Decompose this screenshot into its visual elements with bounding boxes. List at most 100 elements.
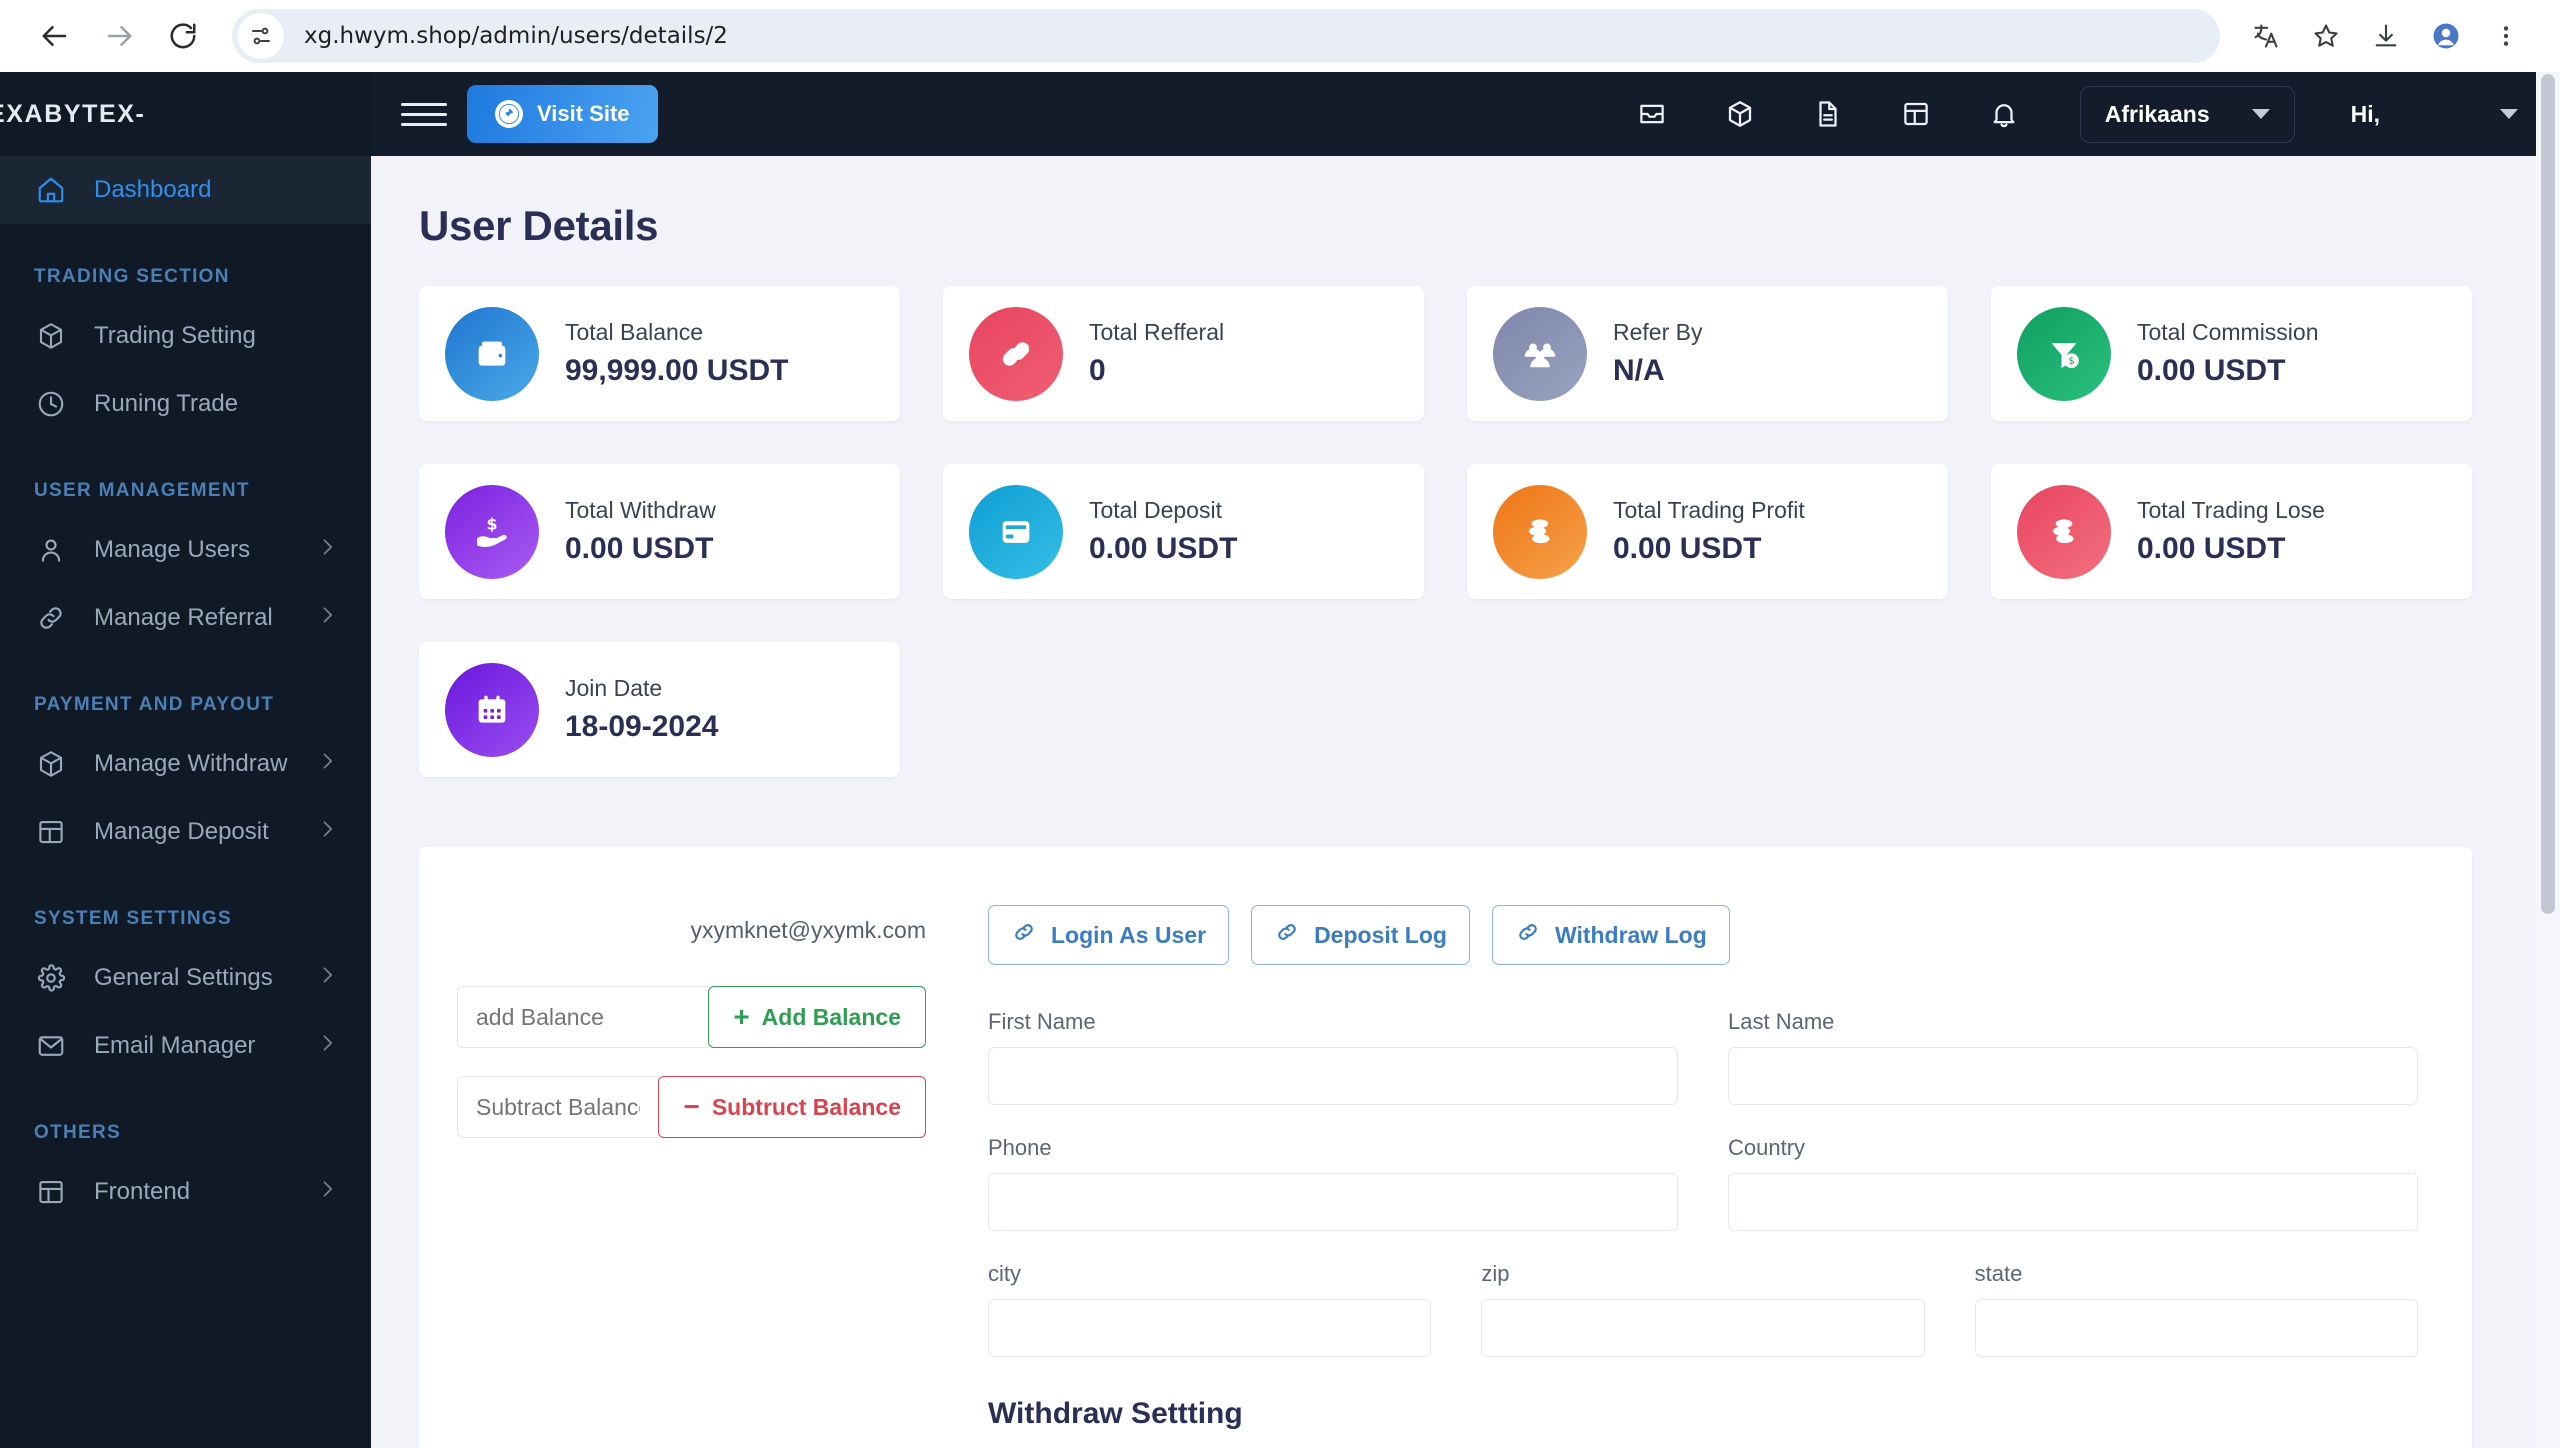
balance-panel: yxymknet@yxymk.com + Add Balance − (419, 847, 964, 1448)
stat-value: N/A (1613, 354, 1665, 387)
svg-text:$: $ (487, 514, 498, 533)
state-input[interactable] (1974, 1299, 2418, 1357)
stat-card-join-date: Join Date 18-09-2024 (419, 642, 900, 777)
table-icon[interactable] (1891, 89, 1941, 139)
form-row-contact: Phone Country (988, 1135, 2418, 1231)
subtract-balance-input[interactable] (457, 1076, 659, 1138)
sidebar-item-label: Dashboard (94, 176, 212, 203)
stat-value: 0.00 USDT (1613, 532, 1762, 565)
country-input[interactable] (1728, 1173, 2418, 1231)
sidebar-section-user-management: USER MANAGEMENT (34, 480, 250, 501)
three-dot-menu-icon[interactable] (2478, 8, 2534, 64)
bell-icon[interactable] (1979, 89, 2029, 139)
last-name-label: Last Name (1728, 1009, 1835, 1034)
zip-label: zip (1481, 1261, 1510, 1286)
stat-card-total-withdraw: $ Total Withdraw 0.00 USDT (419, 464, 900, 599)
chevron-down-icon[interactable] (2500, 109, 2518, 119)
coins-icon (1493, 484, 1587, 579)
sidebar-item-label: Trading Setting (94, 322, 256, 349)
sidebar-section-others: OTHERS (34, 1122, 121, 1143)
brand-logo[interactable]: EXABYTEX- (0, 72, 371, 156)
language-selector[interactable]: Afrikaans (2079, 85, 2295, 143)
sidebar-item-runing-trade[interactable]: Runing Trade (0, 370, 371, 438)
url-text: xg.hwym.shop/admin/users/details/2 (304, 23, 728, 49)
subtract-balance-label: Subtruct Balance (711, 1093, 901, 1120)
deposit-log-button[interactable]: Deposit Log (1251, 905, 1470, 965)
sidebar-item-trading-setting[interactable]: Trading Setting (0, 302, 371, 370)
phone-field-group: Phone (988, 1135, 1678, 1231)
forward-arrow-icon[interactable] (90, 7, 148, 65)
stat-value: 0 (1089, 354, 1106, 387)
sidebar-section-trading: TRADING SECTION (34, 266, 230, 287)
page-scrollbar[interactable] (2536, 72, 2560, 1448)
translate-icon[interactable] (2238, 8, 2294, 64)
sidebar-item-label: Runing Trade (94, 390, 239, 417)
stat-label: Refer By (1613, 319, 1703, 345)
withdraw-log-button[interactable]: Withdraw Log (1491, 905, 1730, 965)
link-icon (34, 601, 68, 635)
sidebar-item-manage-deposit[interactable]: Manage Deposit (0, 798, 371, 866)
stat-card-total-trading-lose: Total Trading Lose 0.00 USDT (1991, 464, 2472, 599)
plus-icon: + (733, 1001, 750, 1032)
star-icon[interactable] (2298, 8, 2354, 64)
scrollbar-thumb[interactable] (2541, 74, 2555, 914)
profile-avatar-icon[interactable] (2418, 8, 2474, 64)
zip-input[interactable] (1481, 1299, 1925, 1357)
page-content: User Details Total Balance 99,999.00 USD… (371, 156, 2560, 1448)
home-icon (34, 173, 68, 207)
user-icon (34, 533, 68, 567)
sidebar-item-dashboard[interactable]: Dashboard (0, 156, 371, 224)
inbox-icon[interactable] (1627, 89, 1677, 139)
main-area: Visit Site Afrikaans Hi, User Details To… (371, 72, 2560, 1448)
chevron-right-icon (317, 604, 337, 632)
stat-label: Total Deposit (1089, 497, 1222, 523)
visit-site-button[interactable]: Visit Site (467, 85, 658, 143)
country-label: Country (1728, 1135, 1806, 1160)
sidebar-item-label: General Settings (94, 964, 273, 991)
gear-icon (34, 961, 68, 995)
table-icon (34, 815, 68, 849)
sidebar-item-label: Manage Deposit (94, 818, 269, 845)
subtract-balance-button[interactable]: − Subtruct Balance (658, 1076, 926, 1138)
state-field-group: state (1974, 1261, 2418, 1357)
sidebar-item-manage-withdraw[interactable]: Manage Withdraw (0, 730, 371, 798)
stat-label: Join Date (565, 675, 663, 701)
sidebar-item-frontend[interactable]: Frontend (0, 1158, 371, 1226)
phone-input[interactable] (988, 1173, 1678, 1231)
sidebar-item-manage-referral[interactable]: Manage Referral (0, 584, 371, 652)
visit-site-label: Visit Site (537, 101, 630, 126)
hamburger-icon[interactable] (401, 94, 447, 134)
first-name-input[interactable] (988, 1047, 1678, 1105)
add-balance-button[interactable]: + Add Balance (708, 986, 926, 1048)
chevron-down-icon (2251, 109, 2270, 119)
login-as-user-button[interactable]: Login As User (988, 905, 1230, 965)
stat-card-total-refferal: Total Refferal 0 (943, 286, 1424, 421)
stat-card-refer-by: Refer By N/A (1467, 286, 1948, 421)
stat-label: Total Refferal (1089, 319, 1225, 345)
topbar: Visit Site Afrikaans Hi, (371, 72, 2560, 156)
stat-value: 99,999.00 USDT (565, 354, 789, 387)
add-balance-input[interactable] (457, 986, 709, 1048)
package-icon (34, 747, 68, 781)
svg-text:$: $ (2068, 356, 2074, 367)
document-icon[interactable] (1803, 89, 1853, 139)
sidebar-item-label: Frontend (94, 1178, 191, 1205)
reload-icon[interactable] (154, 7, 212, 65)
address-bar[interactable]: xg.hwym.shop/admin/users/details/2 (232, 9, 2220, 63)
link-icon (1274, 919, 1300, 951)
site-settings-icon[interactable] (238, 13, 284, 59)
hand-cash-icon: $ (445, 484, 539, 579)
deposit-log-label: Deposit Log (1314, 921, 1447, 948)
last-name-field-group: Last Name (1728, 1009, 2418, 1105)
package-icon[interactable] (1715, 89, 1765, 139)
sidebar-item-email-manager[interactable]: Email Manager (0, 1012, 371, 1080)
city-input[interactable] (988, 1299, 1432, 1357)
coins-icon (2017, 484, 2111, 579)
download-icon[interactable] (2358, 8, 2414, 64)
back-arrow-icon[interactable] (26, 7, 84, 65)
last-name-input[interactable] (1728, 1047, 2418, 1105)
sidebar-item-manage-users[interactable]: Manage Users (0, 516, 371, 584)
sidebar-item-general-settings[interactable]: General Settings (0, 944, 371, 1012)
form-row-name: First Name Last Name (988, 1009, 2418, 1105)
sidebar-item-label: Manage Users (94, 536, 251, 563)
